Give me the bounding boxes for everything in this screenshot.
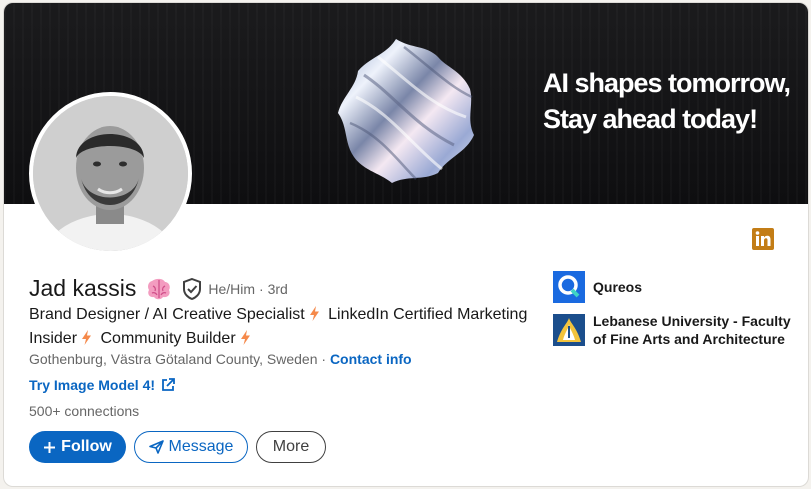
qureos-logo <box>553 271 585 303</box>
linkedin-icon[interactable] <box>752 228 774 250</box>
pronouns: He/Him <box>208 280 256 297</box>
plus-icon <box>44 441 56 453</box>
brain-icon <box>148 278 171 299</box>
profile-headline: Brand Designer / AI Creative Specialist … <box>29 306 528 347</box>
follow-button[interactable]: Follow <box>29 431 126 463</box>
lightning-icon <box>309 306 319 321</box>
contact-info-link[interactable]: Contact info <box>330 351 412 367</box>
experience-item-qureos[interactable]: Qureos <box>553 271 793 303</box>
send-icon <box>148 440 164 454</box>
more-button[interactable]: More <box>256 431 326 463</box>
profile-location: Gothenburg, Västra Götaland County, Swed… <box>29 351 412 367</box>
external-link-icon <box>162 378 175 391</box>
lightning-icon <box>82 330 92 345</box>
connections-count: 500+ connections <box>29 403 140 419</box>
lebanese-university-logo <box>553 314 585 346</box>
avatar-photo <box>33 96 188 251</box>
verified-shield-icon[interactable] <box>182 277 202 300</box>
website-link[interactable]: Try Image Model 4! <box>29 377 175 393</box>
profile-card: AI shapes tomorrow, Stay ahead today! Ja… <box>4 3 808 486</box>
message-button[interactable]: Message <box>134 431 248 463</box>
education-item-lebanese-university[interactable]: Lebanese University - Faculty of Fine Ar… <box>553 312 793 348</box>
name-row: Jad kassis He/Him · 3rd <box>29 275 288 302</box>
lightning-icon <box>240 330 250 345</box>
profile-name: Jad kassis <box>29 275 137 301</box>
profile-avatar[interactable] <box>29 92 192 255</box>
abstract-chrome-shape <box>338 39 474 183</box>
connection-degree: · 3rd <box>259 280 288 297</box>
banner-tagline: AI shapes tomorrow, Stay ahead today! <box>543 68 791 134</box>
